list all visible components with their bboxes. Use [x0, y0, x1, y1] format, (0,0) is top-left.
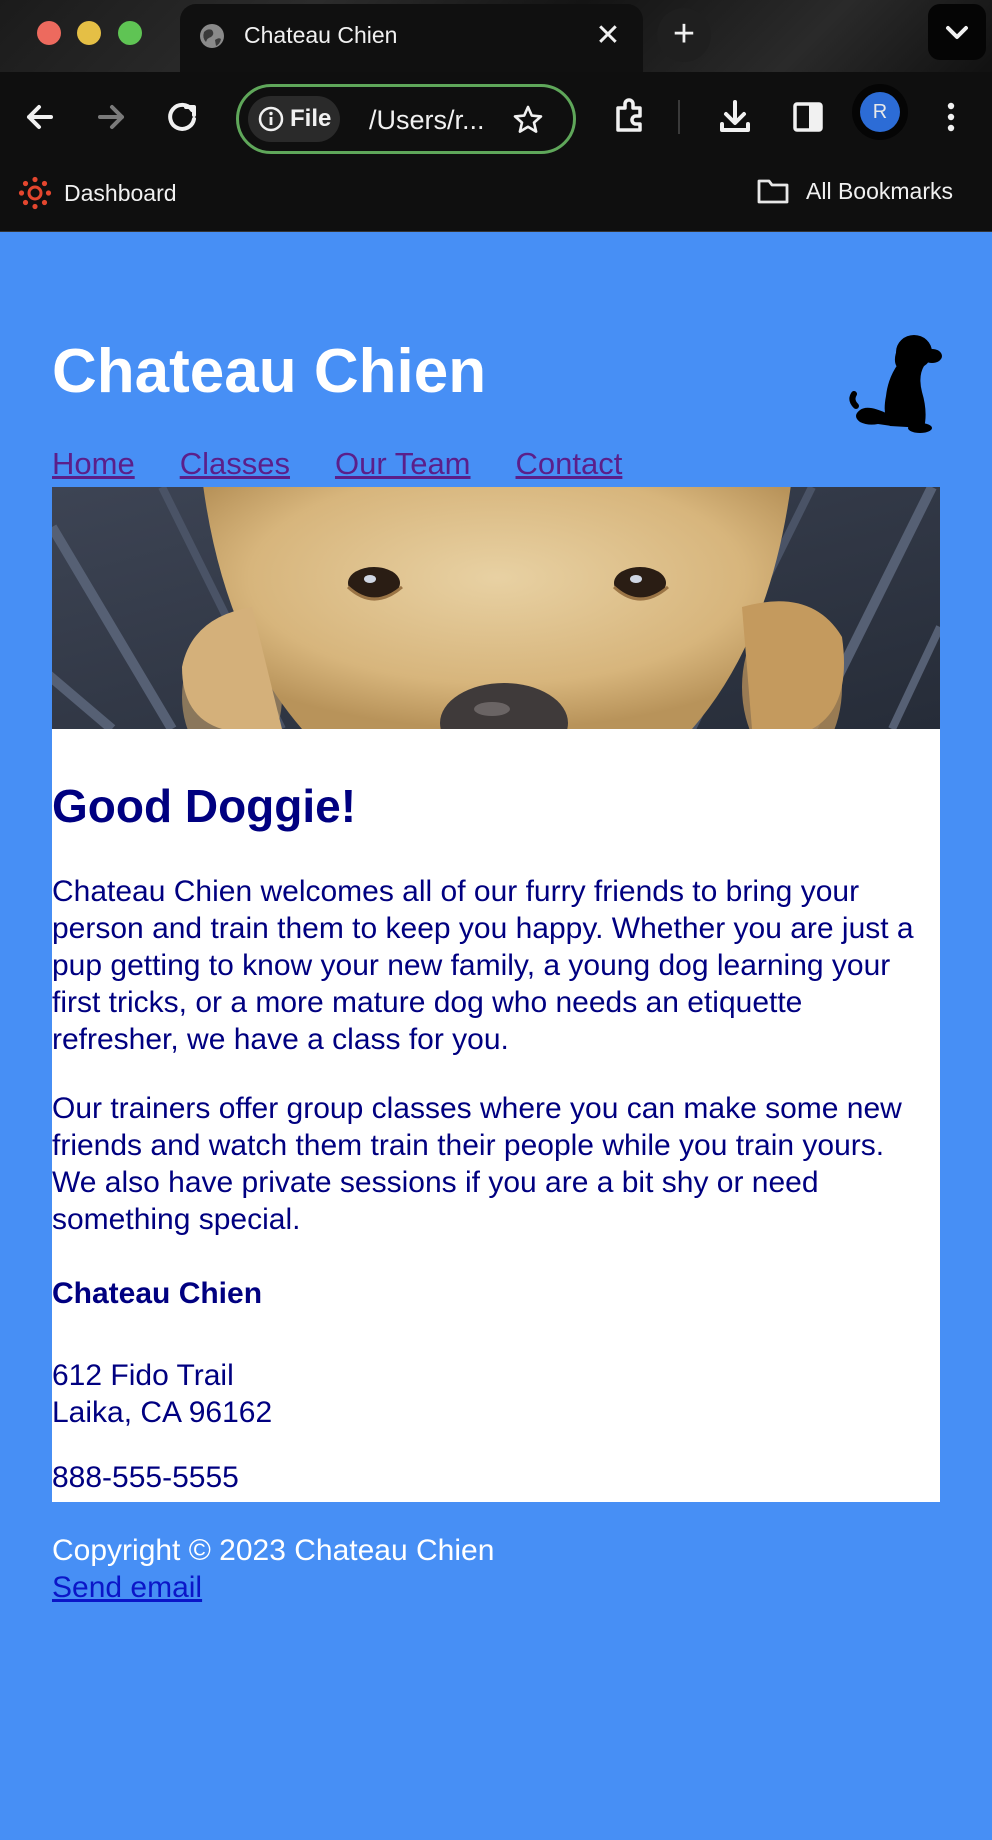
main-content: Good Doggie! Chateau Chien welcomes all …: [52, 729, 940, 1502]
nav-link-contact[interactable]: Contact: [516, 446, 623, 482]
reload-icon[interactable]: [158, 92, 208, 142]
close-tab-button[interactable]: ✕: [590, 18, 626, 54]
browser-toolbar: File /Users/r... R: [0, 72, 992, 164]
bookmark-dashboard-label: Dashboard: [64, 179, 177, 206]
nav-link-classes[interactable]: Classes: [180, 446, 290, 482]
new-tab-button[interactable]: +: [657, 8, 711, 62]
address-bar[interactable]: File /Users/r...: [236, 84, 576, 154]
address-city: Laika, CA 96162: [52, 1396, 273, 1429]
globe-icon: [200, 24, 224, 48]
nav-link-home[interactable]: Home: [52, 446, 135, 482]
folder-icon: [757, 179, 789, 204]
bookmark-dashboard[interactable]: Dashboard: [18, 176, 177, 210]
intro-paragraph: Chateau Chien welcomes all of our furry …: [52, 875, 914, 1056]
download-icon[interactable]: [710, 92, 760, 142]
copyright-text: Copyright © 2023 Chateau Chien: [52, 1534, 495, 1567]
all-bookmarks-label: All Bookmarks: [806, 177, 953, 204]
tab-search-button[interactable]: [928, 4, 986, 60]
classes-paragraph: Our trainers offer group classes where y…: [52, 1092, 902, 1236]
close-window-button[interactable]: [37, 21, 61, 45]
bookmark-star-icon[interactable]: [511, 103, 545, 137]
canvas-logo-icon: [18, 176, 52, 210]
profile-avatar[interactable]: R: [860, 92, 900, 132]
bookmarks-bar: Dashboard All Bookmarks: [0, 164, 992, 232]
info-icon: [258, 106, 284, 132]
minimize-window-button[interactable]: [77, 21, 101, 45]
chevron-down-icon: [946, 26, 968, 39]
browser-chrome: Chateau Chien ✕ + File /Users/r... R Das…: [0, 0, 992, 232]
nav-link-our-team[interactable]: Our Team: [335, 446, 471, 482]
side-panel-icon[interactable]: [783, 92, 833, 142]
active-tab[interactable]: Chateau Chien ✕: [180, 4, 643, 72]
hero-dog-photo: [52, 487, 940, 729]
extensions-icon[interactable]: [605, 92, 655, 142]
tab-title: Chateau Chien: [244, 22, 398, 48]
phone-number: 888-555-5555: [52, 1461, 239, 1494]
toolbar-divider: [678, 100, 680, 134]
page-heading: Good Doggie!: [52, 780, 357, 832]
maximize-window-button[interactable]: [118, 21, 142, 45]
address: 612 Fido Trail Laika, CA 96162: [52, 1357, 272, 1431]
tab-strip: Chateau Chien ✕ +: [0, 0, 992, 72]
all-bookmarks-button[interactable]: All Bookmarks: [756, 176, 953, 206]
forward-arrow-icon[interactable]: [86, 92, 136, 142]
back-arrow-icon[interactable]: [15, 92, 65, 142]
web-page: Chateau Chien Home Classes Our Team Cont…: [0, 232, 992, 1840]
file-chip-label: File: [290, 105, 332, 132]
dog-silhouette-logo: [849, 335, 942, 433]
main-nav: Home Classes Our Team Contact: [52, 446, 667, 482]
site-title: Chateau Chien: [52, 337, 487, 406]
site-footer: Copyright © 2023 Chateau Chien Send emai…: [52, 1532, 494, 1606]
business-name: Chateau Chien: [52, 1277, 263, 1310]
site-info-chip[interactable]: File: [248, 96, 340, 142]
send-email-link[interactable]: Send email: [52, 1569, 494, 1606]
address-street: 612 Fido Trail: [52, 1359, 234, 1392]
menu-kebab-icon[interactable]: [926, 92, 976, 142]
url-text[interactable]: /Users/r...: [369, 105, 485, 136]
